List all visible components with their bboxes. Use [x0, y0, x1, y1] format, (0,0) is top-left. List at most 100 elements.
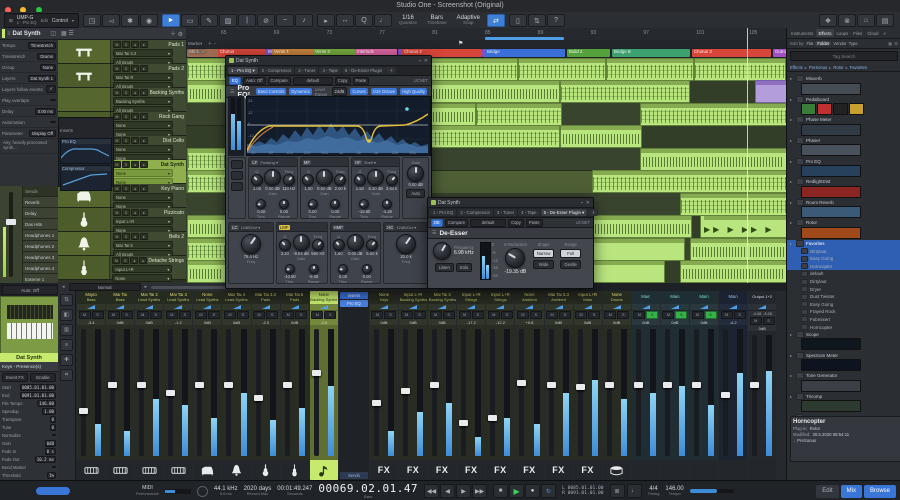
octave-button[interactable]: 1/24 Octave: [371, 88, 398, 95]
inspector-row-value[interactable]: None: [40, 64, 56, 71]
knob-dial[interactable]: [241, 234, 261, 254]
range-option-button[interactable]: Full: [560, 249, 580, 258]
mute-button[interactable]: M: [311, 311, 323, 319]
mute-button[interactable]: M: [166, 311, 178, 319]
track-instrument-dropdown[interactable]: Mai Tai 5▾: [113, 241, 173, 249]
pan-control[interactable]: [690, 304, 718, 311]
paint-tool[interactable]: ✎: [200, 14, 218, 27]
expand-arrow-icon[interactable]: ▸: [790, 373, 794, 378]
band-mode-dropdown[interactable]: Shelf ▾: [364, 160, 376, 165]
wave-clip[interactable]: [640, 148, 786, 171]
pan-control[interactable]: [222, 304, 250, 311]
violin-channel-icon[interactable]: [281, 460, 309, 480]
arranger-section[interactable]: Build 2: [567, 49, 610, 57]
eq-knob[interactable]: 0.00 dB: [403, 165, 428, 188]
slope-option[interactable]: [231, 182, 243, 191]
breadcrumb-item[interactable]: Rotor: [833, 65, 843, 70]
mixer-channel[interactable]: Mai Tai 3.3PadsMS-2.0: [252, 291, 280, 480]
scroll-right-icon[interactable]: ▸: [145, 284, 148, 290]
wave-clip[interactable]: [187, 80, 226, 103]
record-arm-button[interactable]: ●: [131, 209, 139, 216]
fader-handle[interactable]: [137, 382, 146, 388]
editor-icon[interactable]: ◳: [83, 14, 101, 27]
arranger-section[interactable]: Chorus 3: [692, 49, 771, 57]
mixer-channel[interactable]: Input L+RMainMS0dBFX: [574, 291, 602, 480]
compare-button[interactable]: Compare: [268, 77, 291, 85]
pan-control[interactable]: [486, 304, 514, 311]
mute-button[interactable]: M: [662, 311, 674, 319]
pan-control[interactable]: [603, 304, 631, 311]
quantize-control[interactable]: 1/16 Quantize: [396, 15, 420, 26]
seconds-display[interactable]: 00:01:49.247 Seconds: [277, 486, 312, 496]
slope-option[interactable]: [231, 171, 243, 180]
bus-channel-icon[interactable]: [661, 460, 689, 480]
metronome-icon[interactable]: ≣: [610, 484, 625, 498]
band-header[interactable]: LFPeaking ▾: [249, 158, 296, 167]
plugin-thumbnail[interactable]: [801, 124, 861, 136]
mute-button[interactable]: M: [517, 311, 529, 319]
solo-button[interactable]: S: [122, 137, 130, 144]
record-arm-button[interactable]: ●: [131, 185, 139, 192]
device-edit-label[interactable]: Edit: [41, 18, 48, 23]
send-item[interactable]: Delay: [23, 208, 58, 219]
band-header[interactable]: HC12dB/Oct ▾: [384, 223, 428, 232]
browser-plugin-item[interactable]: ▸Rotor: [787, 219, 900, 227]
wave-clip[interactable]: [592, 215, 692, 238]
insert-tab[interactable]: 1 - Pro EQ: [430, 209, 456, 216]
solo-button[interactable]: S: [324, 311, 336, 319]
hamburger-icon[interactable]: ≡: [7, 31, 11, 37]
preset-dropdown[interactable]: default: [293, 77, 333, 85]
knob-dial[interactable]: [354, 174, 366, 186]
event-row-value[interactable]: [52, 434, 56, 436]
mute-button[interactable]: M: [113, 185, 121, 192]
mixer-rail-icon[interactable]: ⌗: [60, 369, 73, 381]
expand-arrow-icon[interactable]: ▸: [790, 179, 794, 184]
timebase-control[interactable]: Bars Timebase: [424, 15, 450, 26]
pan-control[interactable]: [370, 304, 398, 311]
event-row-value[interactable]: 0085.01.01.00: [20, 384, 56, 391]
eq-knob[interactable]: Q1.50: [354, 169, 366, 191]
insert-tab[interactable]: 4 - Tape: [319, 67, 340, 74]
fader-handle[interactable]: [517, 380, 526, 386]
auto-button[interactable]: Auto: Off: [243, 77, 265, 85]
pan-control[interactable]: [106, 304, 134, 311]
mixer-rail-icon[interactable]: ≡: [60, 339, 73, 351]
insert-slot-proeq[interactable]: Pro EQ: [340, 300, 368, 307]
channel-name-box[interactable]: NoneKeys: [370, 291, 398, 304]
menu-icon[interactable]: ☰: [432, 230, 436, 236]
record-arm-button[interactable]: ●: [131, 89, 139, 96]
expand-arrow-icon[interactable]: ▸: [790, 159, 794, 164]
bus-channel-icon[interactable]: [690, 460, 718, 480]
violet-clip[interactable]: [755, 80, 786, 103]
event-row-value[interactable]: 1.00: [42, 408, 56, 415]
help-button[interactable]: ?: [547, 14, 565, 27]
curves-button[interactable]: Curves: [350, 88, 367, 95]
browser-preset[interactable]: Frayed Rock: [787, 308, 900, 316]
track-instrument-dropdown[interactable]: Backing Synths▾: [113, 97, 173, 105]
mute-button[interactable]: M: [604, 311, 616, 319]
browser-plugin-item[interactable]: ▸Room Reverb: [787, 199, 900, 207]
browser-plugin-item[interactable]: ▸Phase Meter: [787, 116, 900, 124]
loop-follow-icon[interactable]: ↔: [336, 14, 354, 27]
track-row[interactable]: MS●▸Backing SynthsBacking Synths▾All Inp…: [58, 88, 186, 112]
send-item[interactable]: Headphones 2: [23, 241, 58, 252]
frequency-control[interactable]: Frequency 6.98 kHz Listen Solo: [433, 242, 474, 272]
mute-button[interactable]: M: [113, 209, 121, 216]
eq-knob[interactable]: 0.00Range: [361, 264, 373, 284]
time-signature-display[interactable]: 4/4 Timing: [648, 486, 660, 496]
go-start-button[interactable]: ◀◀: [424, 484, 439, 498]
inspector-menu-icon[interactable]: ◫: [50, 30, 56, 37]
pan-control[interactable]: [193, 304, 221, 311]
event-row-value[interactable]: [52, 466, 56, 468]
inspector-row-value[interactable]: Drums: [37, 53, 56, 60]
expand-arrow-icon[interactable]: ▸: [790, 220, 794, 225]
fader-handle[interactable]: [166, 390, 175, 396]
knob-dial[interactable]: [293, 234, 310, 251]
fx-channel-icon[interactable]: FX: [370, 460, 398, 480]
insert-tab[interactable]: 1 - Pro EQ ▾: [228, 67, 258, 74]
plugin-thumbnail[interactable]: [801, 165, 861, 177]
mute-button[interactable]: M: [282, 311, 294, 319]
solo-button[interactable]: S: [208, 311, 220, 319]
knob-dial[interactable]: [279, 239, 291, 251]
pan-control[interactable]: [281, 304, 309, 311]
